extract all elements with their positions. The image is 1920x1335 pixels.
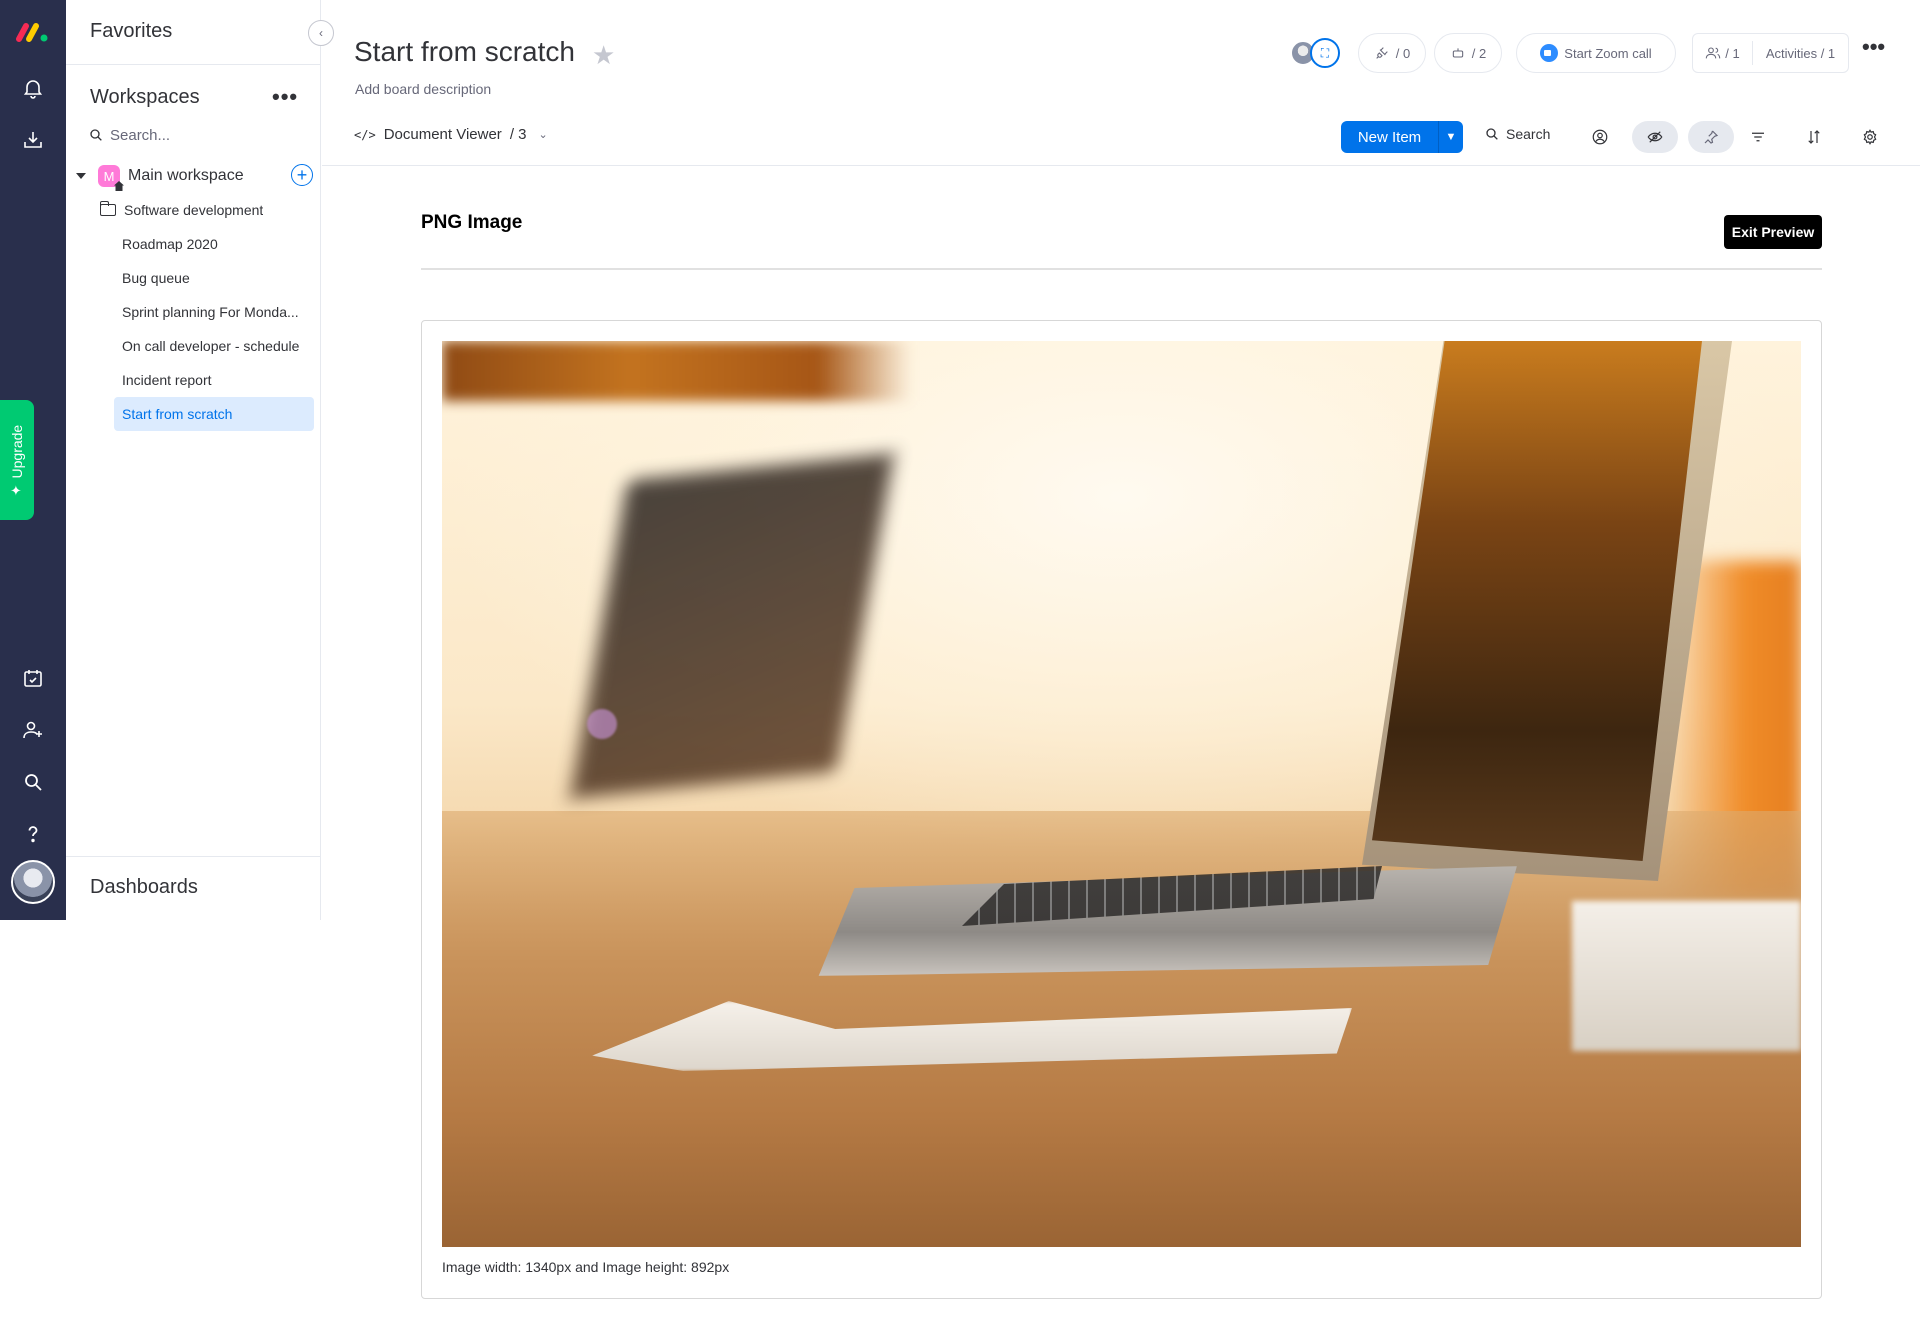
search-placeholder: Search...	[110, 126, 171, 144]
monday-logo[interactable]	[15, 18, 51, 44]
new-item-label[interactable]: New Item	[1341, 121, 1439, 153]
divider	[66, 64, 321, 65]
divider	[421, 268, 1822, 270]
plug-icon	[1376, 47, 1388, 59]
settings-icon[interactable]	[1854, 121, 1886, 153]
board-item[interactable]: Incident report	[114, 363, 314, 397]
collapse-panel-button[interactable]: ‹	[308, 20, 334, 46]
zoom-icon	[1540, 44, 1559, 62]
search-icon	[1486, 128, 1498, 140]
view-count: / 3	[509, 126, 527, 143]
filter-icon[interactable]	[1742, 121, 1774, 153]
preview-title: PNG Image	[421, 212, 523, 233]
chevron-down-icon[interactable]: ▼	[1439, 121, 1463, 153]
person-filter-icon[interactable]	[1584, 121, 1616, 153]
pin-icon[interactable]	[1688, 121, 1734, 153]
folder-icon	[100, 201, 116, 216]
view-label: Document Viewer	[383, 126, 502, 143]
star-icon[interactable]: ★	[592, 40, 615, 71]
workspace-name: Main workspace	[128, 167, 244, 184]
people-icon	[1706, 47, 1721, 59]
upgrade-button[interactable]: ✦ Upgrade	[0, 400, 34, 520]
activities-button[interactable]: Activities / 1	[1753, 46, 1848, 61]
workspace-search-input[interactable]: Search...	[88, 122, 298, 148]
board-item[interactable]: Bug queue	[114, 261, 314, 295]
help-icon[interactable]	[13, 814, 53, 854]
integrations-button[interactable]: / 0	[1358, 33, 1426, 73]
home-icon	[114, 181, 124, 191]
board-item[interactable]: Sprint planning For Monda...	[114, 295, 314, 329]
divider	[66, 856, 321, 857]
image-dimensions-caption: Image width: 1340px and Image height: 89…	[442, 1259, 730, 1275]
members-button[interactable]: / 1	[1693, 41, 1753, 65]
invite-members-icon[interactable]	[13, 710, 53, 750]
view-tab-document-viewer[interactable]: </> Document Viewer / 3 ⌄	[354, 126, 548, 143]
inbox-icon[interactable]	[13, 120, 53, 160]
workspace-panel: Favorites Workspaces ••• Search... M Mai…	[66, 0, 334, 920]
automations-button[interactable]: / 2	[1434, 33, 1502, 73]
preview-image	[442, 341, 1801, 1247]
upgrade-label: Upgrade	[9, 424, 25, 478]
board-search-button[interactable]: Search	[1484, 126, 1550, 142]
new-item-button[interactable]: New Item ▼	[1341, 121, 1463, 153]
workspaces-more-button[interactable]: •••	[272, 84, 298, 110]
workspace-badge: M	[98, 165, 124, 191]
search-icon	[90, 129, 102, 141]
code-icon: </>	[354, 127, 376, 142]
board-subscribers[interactable]: ⛶	[1290, 38, 1344, 68]
chevron-down-icon[interactable]: ⌄	[539, 128, 548, 141]
app-screen: ✦ Upgrade Favorites Workspaces ••• Search…	[0, 0, 1920, 1335]
chevron-left-icon: ‹	[319, 26, 323, 40]
favorites-title[interactable]: Favorites	[90, 20, 172, 43]
workspaces-title: Workspaces	[90, 86, 200, 108]
avatar[interactable]	[11, 860, 55, 904]
caret-down-icon[interactable]	[76, 173, 86, 179]
my-work-icon[interactable]	[13, 658, 53, 698]
sort-icon[interactable]	[1798, 121, 1830, 153]
members-activities: / 1 Activities / 1	[1692, 33, 1849, 73]
board-item[interactable]: Roadmap 2020	[114, 227, 314, 261]
workspace-selector[interactable]: M Main workspace +	[74, 163, 314, 191]
dashboards-title[interactable]: Dashboards	[90, 876, 198, 899]
exit-preview-button[interactable]: Exit Preview	[1724, 215, 1822, 249]
board-description[interactable]: Add board description	[355, 81, 491, 97]
image-preview-card: Image width: 1340px and Image height: 89…	[421, 320, 1822, 1299]
board-item-active[interactable]: Start from scratch	[114, 397, 314, 431]
add-icon[interactable]: +	[291, 164, 313, 186]
left-rail: ✦ Upgrade	[0, 0, 66, 920]
robot-icon	[1452, 48, 1463, 58]
start-zoom-call-button[interactable]: Start Zoom call	[1516, 33, 1676, 73]
bell-icon[interactable]	[13, 68, 53, 108]
guest-icon: ⛶	[1310, 38, 1340, 68]
sparkle-icon: ✦	[8, 483, 25, 496]
folder-software-development[interactable]: Software development	[100, 193, 300, 227]
board-more-button[interactable]: •••	[1862, 34, 1885, 60]
board-item[interactable]: On call developer - schedule	[114, 329, 314, 363]
hide-columns-icon[interactable]	[1632, 121, 1678, 153]
board-main: Start from scratch ★ Add board descripti…	[322, 0, 1920, 1335]
board-title[interactable]: Start from scratch	[354, 36, 575, 68]
divider	[322, 165, 1920, 166]
search-icon[interactable]	[13, 762, 53, 802]
